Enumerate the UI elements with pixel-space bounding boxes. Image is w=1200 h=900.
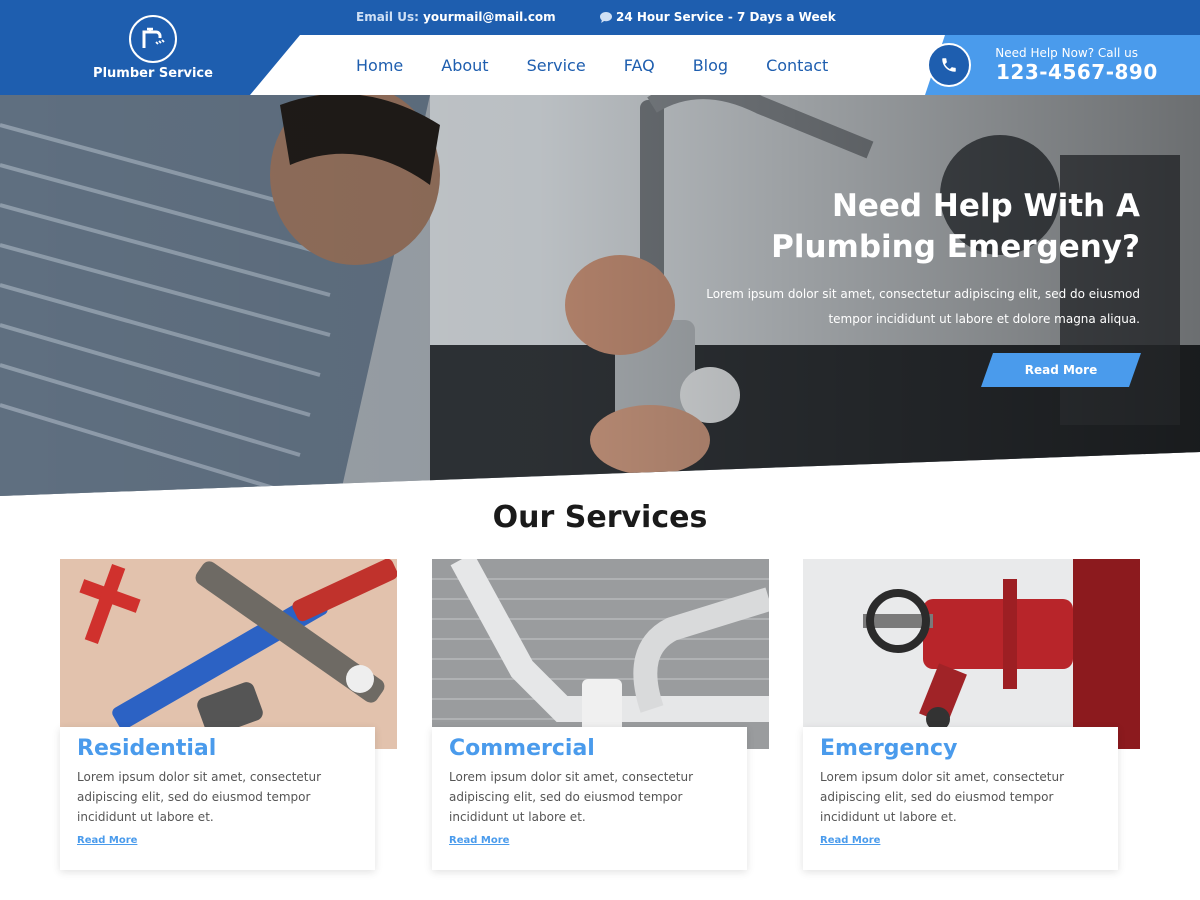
nav-about[interactable]: About xyxy=(441,56,488,75)
hero-read-more-button[interactable]: Read More xyxy=(981,353,1141,387)
read-more-link[interactable]: Read More xyxy=(449,835,509,846)
brand-name: Plumber Service xyxy=(93,66,213,81)
read-more-link[interactable]: Read More xyxy=(820,835,880,846)
call-label: Need Help Now? Call us xyxy=(995,46,1138,60)
service-description: Lorem ipsum dolor sit amet, consectetur … xyxy=(77,770,322,824)
call-number[interactable]: 123-4567-890 xyxy=(996,60,1158,84)
service-card-body: Emergency Lorem ipsum dolor sit amet, co… xyxy=(803,727,1118,870)
service-image-emergency xyxy=(803,559,1140,749)
faucet-icon xyxy=(142,27,165,48)
service-image-commercial xyxy=(432,559,769,749)
phone-icon xyxy=(942,58,956,72)
top-hours: 24 Hour Service - 7 Days a Week xyxy=(600,10,836,24)
main-nav: Home About Service FAQ Blog Contact xyxy=(300,35,866,95)
service-image-residential xyxy=(60,559,397,749)
phone-button[interactable] xyxy=(927,43,971,87)
email-value[interactable]: yourmail@mail.com xyxy=(423,10,556,24)
nav-contact[interactable]: Contact xyxy=(766,56,828,75)
hero-title-line1: Need Help With A xyxy=(831,188,1140,224)
nav-home[interactable]: Home xyxy=(356,56,403,75)
hours-text: 24 Hour Service - 7 Days a Week xyxy=(616,10,836,24)
read-more-link[interactable]: Read More xyxy=(77,835,137,846)
service-card-emergency[interactable]: Emergency Lorem ipsum dolor sit amet, co… xyxy=(803,559,1140,870)
service-card-body: Residential Lorem ipsum dolor sit amet, … xyxy=(60,727,375,870)
service-title: Residential xyxy=(77,736,217,761)
nav-service[interactable]: Service xyxy=(527,56,586,75)
hero-title-line2: Plumbing Emergeny? xyxy=(771,229,1140,265)
service-description: Lorem ipsum dolor sit amet, consectetur … xyxy=(820,770,1065,824)
email-label: Email Us: xyxy=(356,10,419,24)
service-description: Lorem ipsum dolor sit amet, consectetur … xyxy=(449,770,694,824)
hero-banner: Need Help With A Plumbing Emergeny? Lore… xyxy=(0,95,1200,496)
nav-faq[interactable]: FAQ xyxy=(624,56,655,75)
hero-text-line1: Lorem ipsum dolor sit amet, consectetur … xyxy=(706,287,1140,301)
service-title: Commercial xyxy=(449,736,595,761)
hero-title: Need Help With A Plumbing Emergeny? xyxy=(720,186,1140,268)
hero-text-line2: tempor incididunt ut labore et dolore ma… xyxy=(828,312,1140,326)
services-title: Our Services xyxy=(492,500,708,535)
service-card-body: Commercial Lorem ipsum dolor sit amet, c… xyxy=(432,727,747,870)
nav-blog[interactable]: Blog xyxy=(693,56,728,75)
top-email[interactable]: Email Us: yourmail@mail.com xyxy=(356,10,556,24)
service-card-commercial[interactable]: Commercial Lorem ipsum dolor sit amet, c… xyxy=(432,559,769,870)
chat-bubble-icon xyxy=(600,11,612,23)
service-card-residential[interactable]: Residential Lorem ipsum dolor sit amet, … xyxy=(60,559,397,870)
service-title: Emergency xyxy=(820,736,958,761)
hero-description: Lorem ipsum dolor sit amet, consectetur … xyxy=(680,282,1140,332)
logo[interactable] xyxy=(129,15,177,63)
